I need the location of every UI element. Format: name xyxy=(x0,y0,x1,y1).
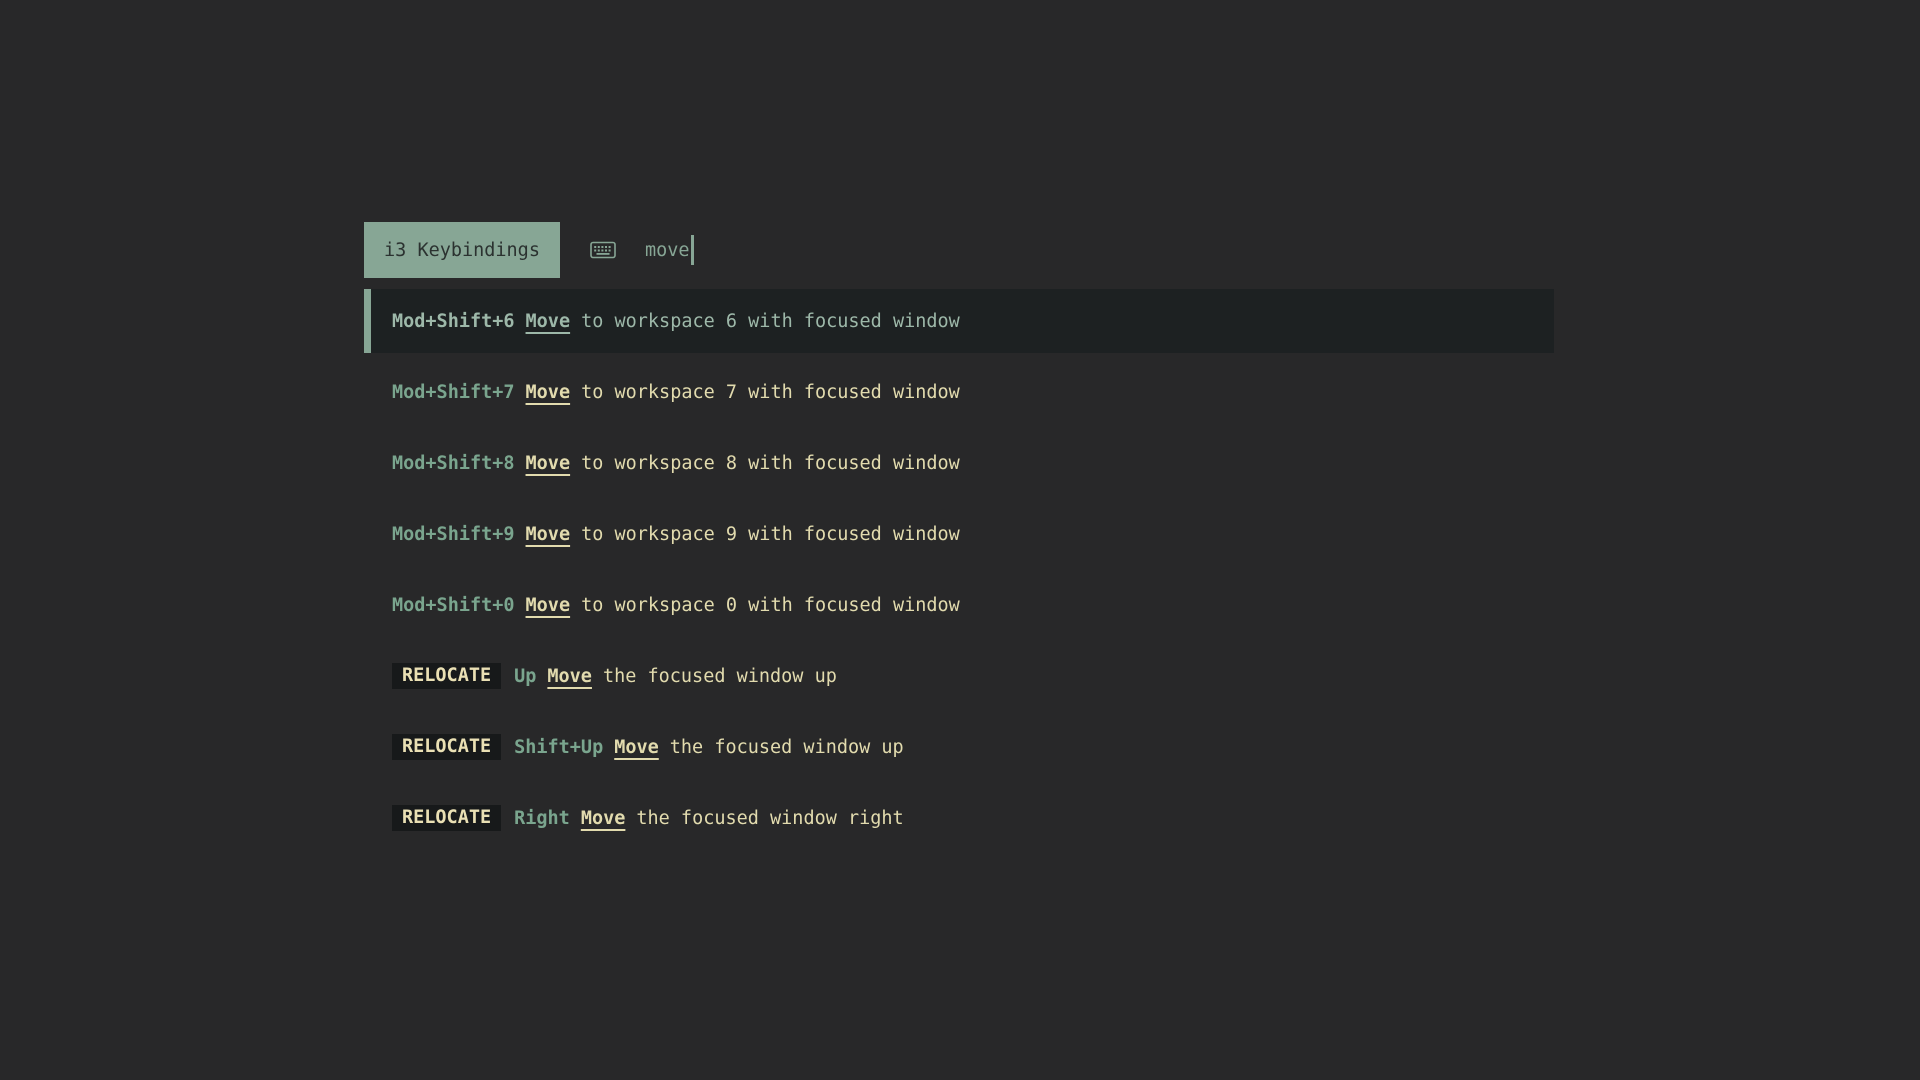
list-item[interactable]: RELOCATE Right Move the focused window righ… xyxy=(364,786,1554,850)
description-text: to workspace 9 with focused window xyxy=(581,524,960,545)
description-text: to workspace 0 with focused window xyxy=(581,595,960,616)
match-text: Move xyxy=(614,737,659,758)
description-text: the focused window up xyxy=(603,666,837,687)
list-item[interactable]: Mod+Shift+0 Move to workspace 0 with focus… xyxy=(364,573,1554,637)
relocate-badge: RELOCATE xyxy=(392,663,501,689)
match-text: Move xyxy=(526,453,571,474)
relocate-badge: RELOCATE xyxy=(392,805,501,831)
description-text: to workspace 6 with focused window xyxy=(581,311,960,332)
list-item[interactable]: Mod+Shift+8 Move to workspace 8 with focus… xyxy=(364,431,1554,495)
relocate-badge: RELOCATE xyxy=(392,734,501,760)
description-text: to workspace 8 with focused window xyxy=(581,453,960,474)
match-text: Move xyxy=(526,595,571,616)
match-text: Move xyxy=(547,666,592,687)
prompt-label: i3 Keybindings xyxy=(364,222,560,278)
desktop-background: i3 Keybindings move xyxy=(0,0,1920,1080)
keybind-label: Mod+Shift+0 xyxy=(392,595,515,616)
keybind-label: Mod+Shift+7 xyxy=(392,382,515,403)
keybind-label: Mod+Shift+6 xyxy=(392,311,515,332)
list-item[interactable]: Mod+Shift+7 Move to workspace 7 with focus… xyxy=(364,360,1554,424)
description-text: to workspace 7 with focused window xyxy=(581,382,960,403)
keyboard-icon xyxy=(590,240,616,260)
search-query-text: move xyxy=(645,240,690,261)
keybind-label: Up xyxy=(514,666,536,687)
text-cursor xyxy=(691,235,694,265)
match-text: Move xyxy=(581,808,626,829)
results-list: Mod+Shift+6 Move to workspace 6 with focus… xyxy=(364,289,1554,850)
keybind-label: Mod+Shift+8 xyxy=(392,453,515,474)
list-item[interactable]: Mod+Shift+9 Move to workspace 9 with focus… xyxy=(364,502,1554,566)
keybind-label: Right xyxy=(514,808,570,829)
description-text: the focused window right xyxy=(636,808,903,829)
keybind-label: Shift+Up xyxy=(514,737,603,758)
list-item[interactable]: RELOCATE Up Move the focused window up xyxy=(364,644,1554,708)
match-text: Move xyxy=(526,382,571,403)
list-item[interactable]: RELOCATE Shift+Up Move the focused window u… xyxy=(364,715,1554,779)
search-input[interactable]: move xyxy=(645,222,694,278)
list-item[interactable]: Mod+Shift+6 Move to workspace 6 with focus… xyxy=(364,289,1554,353)
keybind-label: Mod+Shift+9 xyxy=(392,524,515,545)
rofi-window: i3 Keybindings move xyxy=(364,222,1554,857)
input-bar: i3 Keybindings move xyxy=(364,222,1554,278)
description-text: the focused window up xyxy=(670,737,904,758)
match-text: Move xyxy=(526,524,571,545)
match-text: Move xyxy=(526,311,571,332)
